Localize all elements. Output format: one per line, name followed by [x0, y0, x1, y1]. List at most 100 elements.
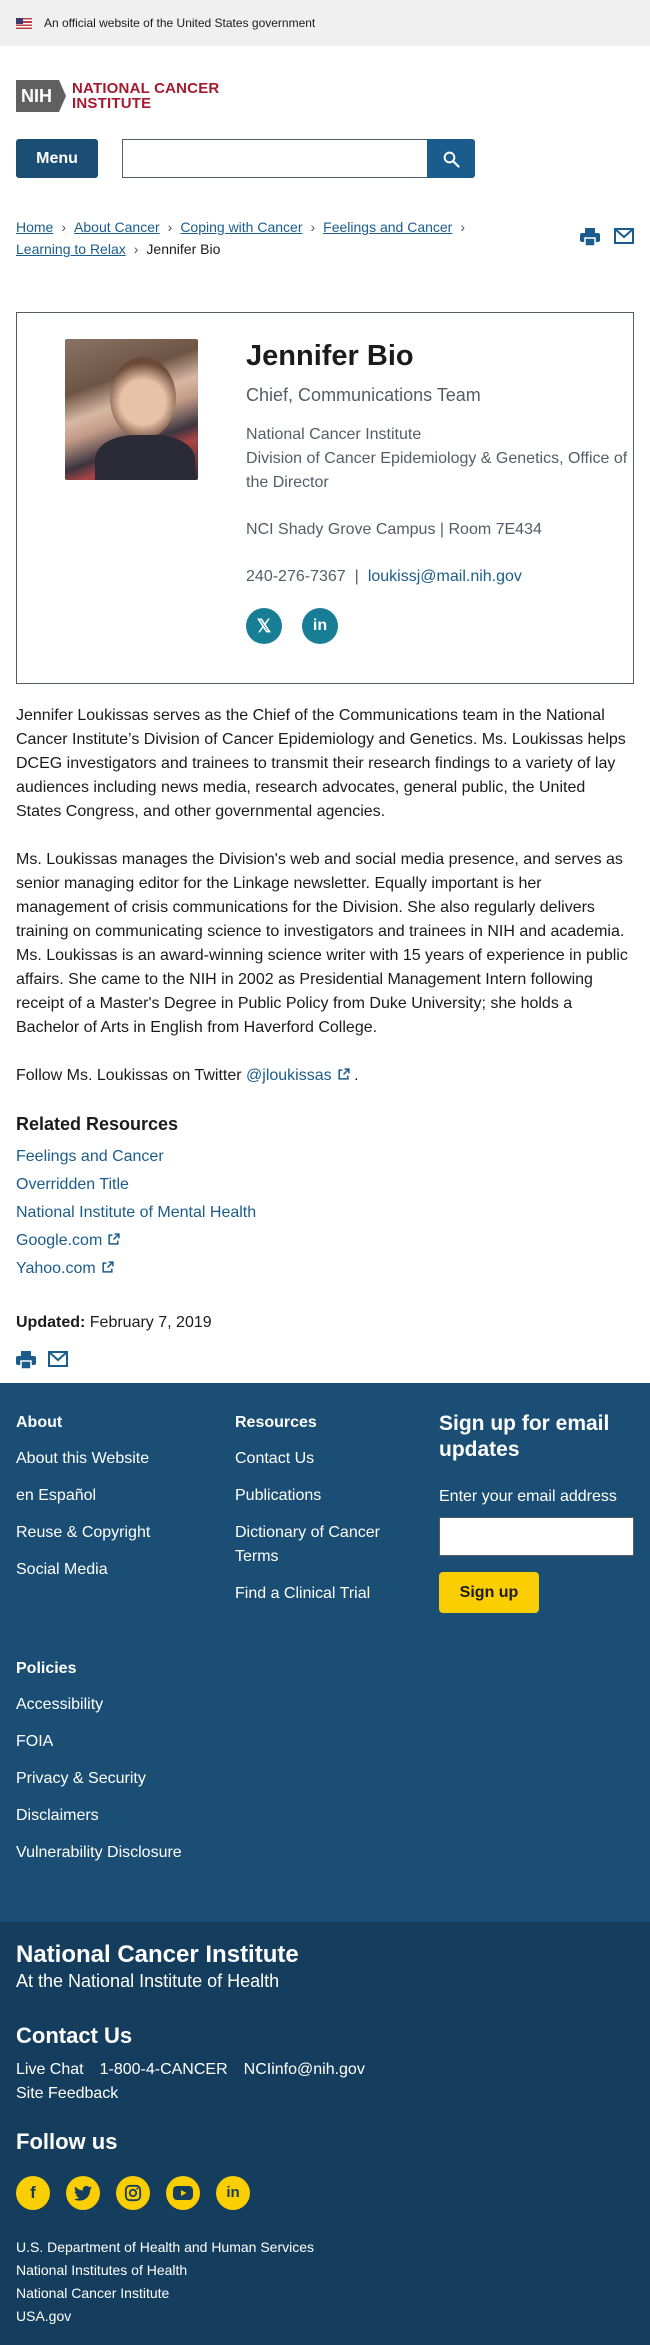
twitter-handle-link[interactable]: @jloukissas: [246, 1067, 350, 1084]
related-list: Feelings and Cancer Overridden Title Nat…: [16, 1145, 634, 1281]
follow-prefix: Follow Ms. Loukissas on Twitter: [16, 1067, 242, 1084]
related-link-yahoo[interactable]: Yahoo.com: [16, 1260, 114, 1277]
profile-organization: National Cancer Institute Division of Ca…: [246, 423, 633, 495]
email-icon[interactable]: [614, 228, 634, 244]
list-item: USA.gov: [16, 2305, 634, 2328]
profile-contact: 240-276-7367 | loukissj@mail.nih.gov: [246, 565, 633, 589]
updated-date: Updated: February 7, 2019: [0, 1285, 650, 1335]
search-input[interactable]: [122, 139, 427, 178]
footer-link-disclaimers[interactable]: Disclaimers: [16, 1807, 99, 1824]
facebook-icon[interactable]: f: [16, 2176, 50, 2210]
logo-line-2: INSTITUTE: [72, 95, 152, 112]
footer-link-about-website[interactable]: About this Website: [16, 1450, 149, 1467]
phone-link[interactable]: 1-800-4-CANCER: [100, 2061, 228, 2078]
x-twitter-icon[interactable]: 𝕏: [246, 608, 283, 644]
list-item: Privacy & Security: [16, 1767, 316, 1791]
search-icon: [443, 151, 460, 168]
contact-separator: |: [354, 568, 359, 585]
list-item: National Institutes of Health: [16, 2259, 634, 2282]
footer-resources-heading: Resources: [235, 1414, 317, 1431]
footer-bottom: National Cancer Institute At the Nationa…: [0, 1922, 650, 2345]
instagram-icon[interactable]: [116, 2176, 150, 2210]
footer-link-vulnerability[interactable]: Vulnerability Disclosure: [16, 1844, 182, 1861]
related-heading: Related Resources: [16, 1114, 179, 1134]
nci-logo[interactable]: NIH NATIONAL CANCER INSTITUTE: [16, 80, 634, 112]
youtube-icon[interactable]: [166, 2176, 200, 2210]
list-item: Yahoo.com: [16, 1257, 634, 1281]
related-link-overridden[interactable]: Overridden Title: [16, 1176, 129, 1193]
footer-contact-links: Live Chat 1-800-4-CANCER NCIinfo@nih.gov S…: [16, 2058, 634, 2106]
footer-link-dictionary[interactable]: Dictionary of Cancer Terms: [235, 1524, 380, 1565]
search-button[interactable]: [427, 139, 475, 178]
list-item: en Español: [16, 1484, 216, 1508]
breadcrumb-learning-to-relax[interactable]: Learning to Relax: [16, 241, 126, 257]
breadcrumb-feelings[interactable]: Feelings and Cancer: [323, 219, 452, 235]
list-item: About this Website: [16, 1447, 216, 1471]
external-link-icon: [102, 1261, 114, 1273]
linkedin-icon[interactable]: in: [216, 2176, 250, 2210]
footer-link-clinical-trial[interactable]: Find a Clinical Trial: [235, 1585, 370, 1602]
list-item: Find a Clinical Trial: [235, 1582, 405, 1606]
bio-paragraph-2: Ms. Loukissas manages the Division's web…: [16, 851, 628, 1036]
chevron-right-icon: ›: [133, 241, 139, 257]
gov-banner-text: An official website of the United States…: [44, 16, 316, 30]
linkedin-icon[interactable]: in: [302, 608, 339, 644]
footer-link-social-media[interactable]: Social Media: [16, 1561, 108, 1578]
list-item: National Cancer Institute: [16, 2282, 634, 2305]
agency-link-hhs[interactable]: U.S. Department of Health and Human Serv…: [16, 2239, 314, 2255]
org-line-2: Division of Cancer Epidemiology & Geneti…: [246, 450, 628, 491]
twitter-icon[interactable]: [66, 2176, 100, 2210]
print-icon[interactable]: [580, 228, 600, 246]
signup-label: Enter your email address: [439, 1488, 617, 1505]
chevron-right-icon: ›: [460, 219, 466, 235]
footer-policies: Policies Accessibility FOIA Privacy & Se…: [16, 1657, 316, 1878]
footer-resources: Resources Contact Us Publications Dictio…: [235, 1411, 405, 1619]
email-signup-input[interactable]: [439, 1517, 634, 1556]
email-icon[interactable]: [48, 1351, 68, 1367]
follow-us-heading: Follow us: [16, 2129, 118, 2154]
breadcrumb-home[interactable]: Home: [16, 219, 53, 235]
list-item: Overridden Title: [16, 1173, 634, 1197]
related-link-nimh[interactable]: National Institute of Mental Health: [16, 1204, 256, 1221]
agency-link-nci[interactable]: National Cancer Institute: [16, 2285, 169, 2301]
live-chat-link[interactable]: Live Chat: [16, 2061, 84, 2078]
signup-title: Sign up for email updates: [439, 1412, 610, 1461]
list-item: Publications: [235, 1484, 405, 1508]
breadcrumb-coping[interactable]: Coping with Cancer: [180, 219, 302, 235]
related-link-feelings[interactable]: Feelings and Cancer: [16, 1148, 164, 1165]
related-link-google[interactable]: Google.com: [16, 1232, 120, 1249]
list-item: Social Media: [16, 1558, 216, 1582]
footer-link-privacy[interactable]: Privacy & Security: [16, 1770, 146, 1787]
print-icon[interactable]: [16, 1351, 36, 1369]
page-tools: [580, 216, 634, 260]
list-item: Dictionary of Cancer Terms: [235, 1521, 405, 1569]
email-link[interactable]: NCIinfo@nih.gov: [244, 2061, 365, 2078]
follow-suffix: .: [354, 1067, 359, 1084]
search-row: Menu: [16, 139, 634, 178]
agency-links: U.S. Department of Health and Human Serv…: [16, 2236, 634, 2328]
updated-label: Updated:: [16, 1314, 86, 1331]
logo-line-1: NATIONAL CANCER: [72, 80, 220, 97]
bio-section: Jennifer Loukissas serves as the Chief o…: [0, 684, 650, 1088]
footer-link-contact[interactable]: Contact Us: [235, 1450, 314, 1467]
breadcrumb-row: Home › About Cancer › Coping with Cancer › Fee…: [0, 178, 650, 260]
agency-link-nih[interactable]: National Institutes of Health: [16, 2262, 187, 2278]
signup-button[interactable]: Sign up: [439, 1572, 539, 1613]
footer-link-foia[interactable]: FOIA: [16, 1733, 53, 1750]
nih-logo-mark: NIH: [16, 80, 66, 112]
footer-link-accessibility[interactable]: Accessibility: [16, 1696, 103, 1713]
profile-name: Jennifer Bio: [246, 340, 414, 372]
footer-link-publications[interactable]: Publications: [235, 1487, 321, 1504]
breadcrumb-about-cancer[interactable]: About Cancer: [74, 219, 160, 235]
site-feedback-link[interactable]: Site Feedback: [16, 2085, 118, 2102]
menu-button[interactable]: Menu: [16, 139, 98, 178]
profile-title: Chief, Communications Team: [246, 385, 481, 405]
gov-banner: An official website of the United States…: [0, 0, 650, 46]
site-footer: About About this Website en Español Reus…: [0, 1383, 650, 1922]
profile-email-link[interactable]: loukissj@mail.nih.gov: [368, 568, 522, 585]
list-item: Google.com: [16, 1229, 634, 1253]
footer-link-espanol[interactable]: en Español: [16, 1487, 96, 1504]
agency-link-usagov[interactable]: USA.gov: [16, 2308, 71, 2324]
external-link-icon: [108, 1233, 120, 1245]
footer-link-reuse[interactable]: Reuse & Copyright: [16, 1524, 150, 1541]
